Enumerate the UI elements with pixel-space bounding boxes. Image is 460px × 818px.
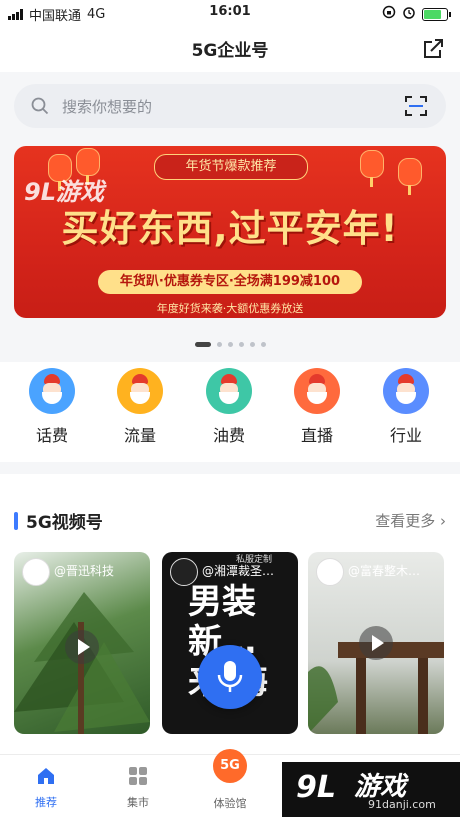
avatar [316,558,344,586]
menu-item-label: 话费 [35,426,68,445]
page-title: 5G企业号 [191,41,269,61]
menu-item-label: 行业 [389,426,422,445]
video-card[interactable]: @富春整木… [308,552,444,734]
view-more-label: 查看更多 [375,512,436,530]
banner-promo: 年货趴·优惠券专区·全场满199减100 [98,270,362,294]
tab-label: 集市 [127,796,149,809]
santa-industry-icon [383,368,429,414]
video-author: @富春整木… [348,564,421,578]
watermark-url: 91danji.com [368,798,436,811]
carousel-dot[interactable] [260,342,266,347]
banner-tag: 年货节爆款推荐 [154,154,308,180]
share-button[interactable] [420,36,446,62]
santa-live-icon [294,368,340,414]
quick-menu: 话费 流量 油费 直播 行业 [0,362,460,462]
battery-icon [422,7,451,21]
video-card[interactable]: @晋迅科技 [14,552,150,734]
menu-item-label: 直播 [300,426,333,445]
tab-label: 推荐 [35,796,57,809]
santa-fuel-icon [206,368,252,414]
play-icon[interactable] [359,626,393,660]
menu-item-fuel[interactable]: 油费 [199,368,259,446]
play-icon[interactable] [65,630,99,664]
menu-item-live[interactable]: 直播 [287,368,347,446]
santa-phone-bill-icon [29,368,75,414]
section-title: 5G视频号 [26,513,103,533]
app-header: 5G企业号 [0,26,460,72]
menu-item-phone-bill[interactable]: 话费 [22,368,82,446]
video-author: @晋迅科技 [54,564,115,578]
search-icon [31,97,49,115]
menu-item-industry[interactable]: 行业 [376,368,436,446]
lantern-icon [360,150,384,187]
view-more-link[interactable]: 查看更多 › [375,510,446,531]
banner-headline: 买好东西,过平安年! [61,207,399,250]
menu-item-data[interactable]: 流量 [110,368,170,446]
tab-market[interactable]: 集市 [103,765,173,810]
carousel-dot[interactable] [227,342,233,347]
search-bar[interactable]: 搜索你想要的 [14,84,446,128]
status-bar: 中国联通 4G 16:01 [0,0,460,26]
scan-icon[interactable] [404,95,428,117]
carousel-dot[interactable] [238,342,244,347]
section-accent [14,512,18,530]
carousel-dot[interactable] [216,342,222,347]
search-input[interactable]: 搜索你想要的 [62,96,152,117]
banner-footnote: 年度好货来袭·大额优惠券放送 [156,302,304,315]
chevron-right-icon: › [440,512,446,530]
carousel-dot[interactable] [249,342,255,347]
alarm-icon [402,5,416,23]
video-author: @湘潭裁圣… [202,564,275,578]
site-watermark: 9L 游戏 91danji.com [282,762,460,817]
menu-item-label: 流量 [123,426,156,445]
grid-icon [129,767,147,785]
promo-banner[interactable]: 年货节爆款推荐 9L游戏 买好东西,过平安年! 年货趴·优惠券专区·全场满199… [14,146,446,318]
watermark-logo: 9L [296,770,336,805]
menu-item-label: 油费 [212,426,245,445]
carousel-dot[interactable] [194,342,211,347]
tab-recommend[interactable]: 推荐 [11,765,81,810]
tab-label: 体验馆 [213,797,247,810]
home-icon [38,768,54,784]
tab-experience[interactable]: 体验馆 [195,795,265,811]
5g-badge-icon[interactable]: 5G [213,749,247,783]
lock-rotation-icon [382,5,396,23]
lantern-icon [398,158,422,195]
avatar [22,558,50,586]
voice-button[interactable] [198,645,262,709]
carousel-indicator [0,342,460,347]
share-icon [424,39,443,58]
video-section: 5G视频号 查看更多 › @晋迅科技 私服定制 @湘潭裁圣… 男装 新…来 海 … [0,474,460,754]
microphone-icon [217,661,243,692]
santa-data-icon [117,368,163,414]
